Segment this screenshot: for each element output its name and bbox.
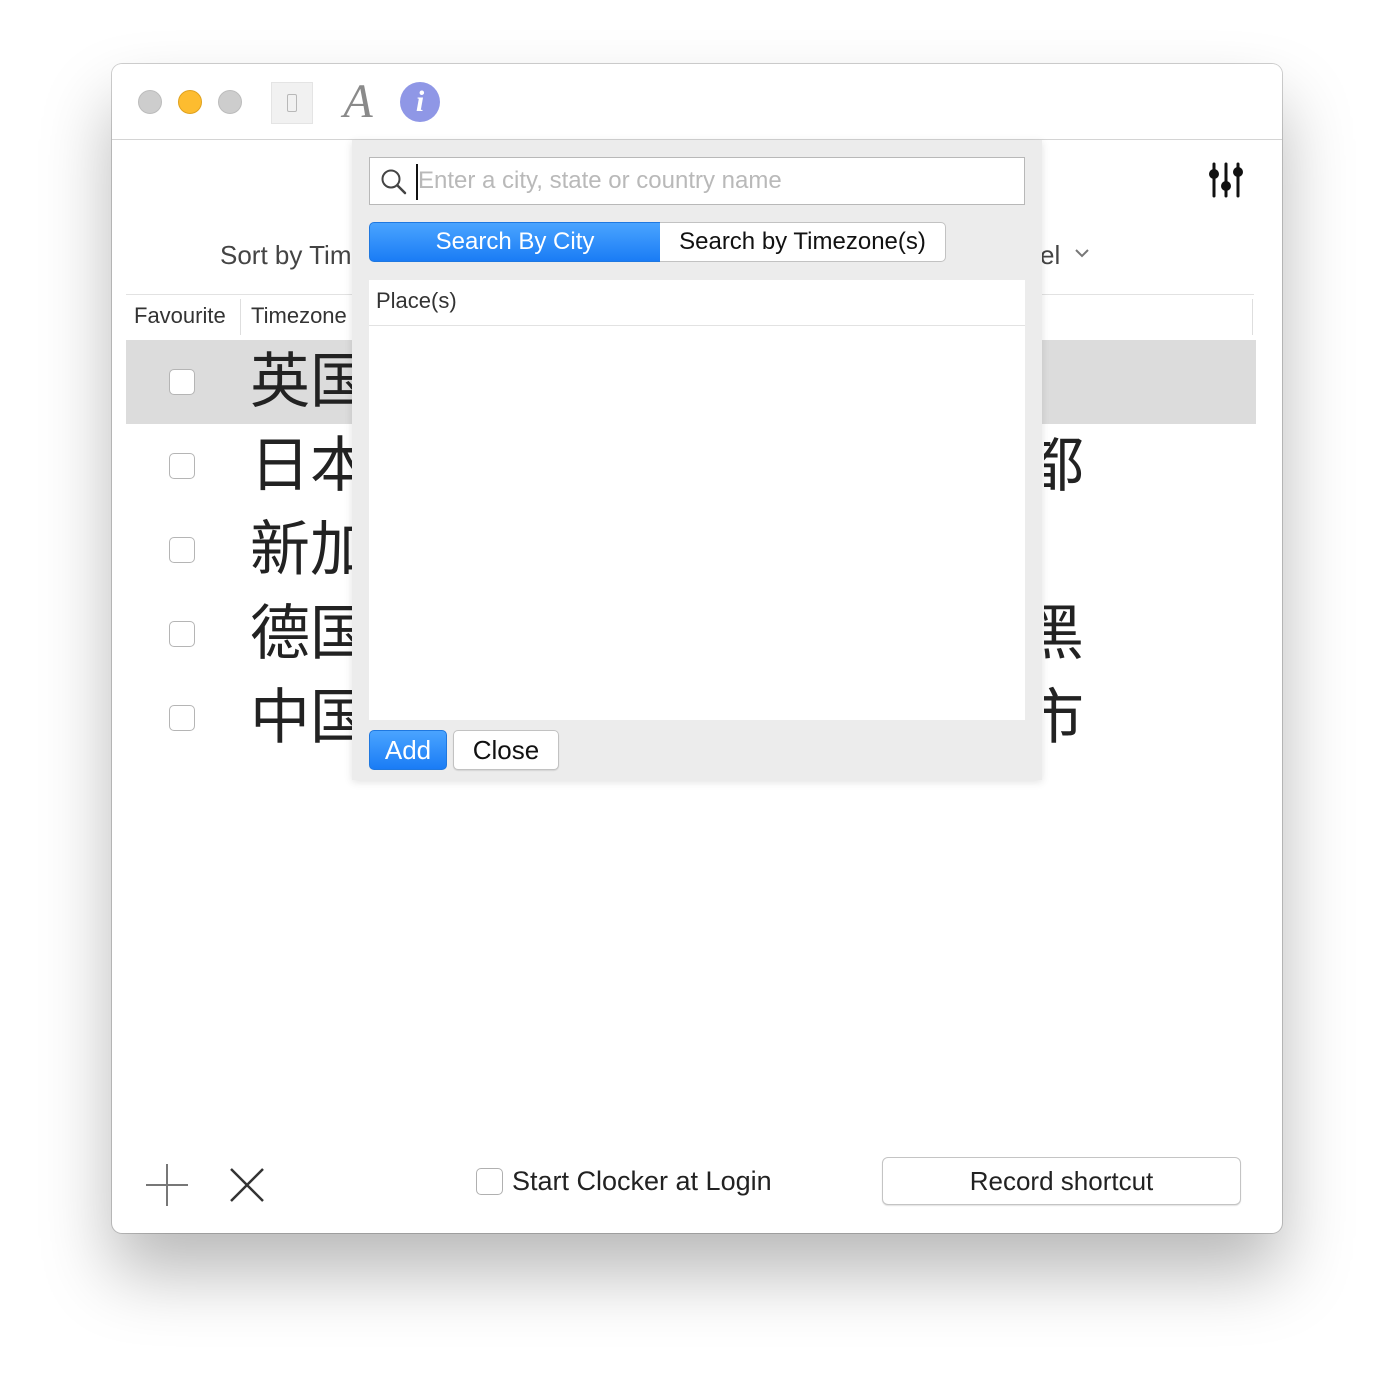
add-timezone-popover: Search By City Search by Timezone(s) Pla… <box>352 140 1042 780</box>
timezone-label-fragment: 都 <box>1044 431 1084 501</box>
favourite-checkbox[interactable] <box>169 453 195 479</box>
timezone-name: 新加 <box>250 515 360 585</box>
timezone-label-fragment: 市 <box>1044 683 1084 753</box>
title-bar: A i <box>112 64 1282 140</box>
remove-timezone-button[interactable] <box>228 1166 266 1204</box>
timezone-name: 日本 <box>250 431 360 501</box>
toolbar-about-tab[interactable]: i <box>400 82 440 122</box>
places-result-list[interactable]: Place(s) <box>369 280 1025 720</box>
favourite-checkbox[interactable] <box>169 705 195 731</box>
search-icon <box>381 169 407 195</box>
column-header-favourite[interactable]: Favourite <box>134 303 226 329</box>
chevron-down-icon[interactable] <box>1072 244 1092 264</box>
add-timezone-button[interactable] <box>144 1162 190 1208</box>
sliders-icon[interactable] <box>1206 160 1246 200</box>
start-at-login-label[interactable]: Start Clocker at Login <box>512 1166 772 1197</box>
minimize-window-button[interactable] <box>178 90 202 114</box>
column-divider <box>1252 299 1253 335</box>
close-button[interactable]: Close <box>453 730 559 770</box>
search-field[interactable] <box>369 157 1025 205</box>
panel-icon <box>287 94 297 112</box>
clocker-preferences-window: A i Sort by Time el Favourite Timezone 英… <box>112 64 1282 1233</box>
column-divider <box>240 299 241 335</box>
start-at-login-checkbox[interactable] <box>476 1168 503 1195</box>
sort-by-time-option[interactable]: Sort by Time <box>220 240 352 271</box>
timezone-name: 德国 <box>250 599 360 669</box>
search-input[interactable] <box>418 162 1014 200</box>
add-button[interactable]: Add <box>369 730 447 770</box>
search-by-city-segment[interactable]: Search By City <box>369 222 661 262</box>
favourite-checkbox[interactable] <box>169 537 195 563</box>
toolbar-appearance-tab[interactable]: A <box>340 76 376 128</box>
toolbar-timezones-tab[interactable] <box>271 82 313 124</box>
column-header-timezone[interactable]: Timezone <box>251 303 347 329</box>
search-by-timezone-segment[interactable]: Search by Timezone(s) <box>660 222 946 262</box>
zoom-window-button[interactable] <box>218 90 242 114</box>
timezone-name: 英国 <box>250 347 360 417</box>
timezone-name: 中国 <box>250 683 360 753</box>
close-window-button[interactable] <box>138 90 162 114</box>
label-option-fragment[interactable]: el <box>1040 240 1060 271</box>
favourite-checkbox[interactable] <box>169 369 195 395</box>
timezone-label-fragment: 黑 <box>1044 599 1084 669</box>
column-header-places: Place(s) <box>369 280 1025 326</box>
favourite-checkbox[interactable] <box>169 621 195 647</box>
record-shortcut-button[interactable]: Record shortcut <box>882 1157 1241 1205</box>
